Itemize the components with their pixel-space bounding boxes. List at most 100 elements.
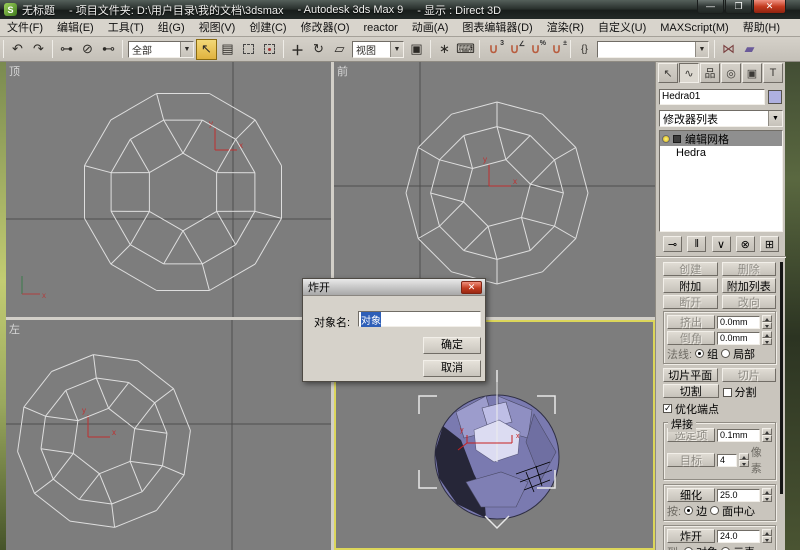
- dropdown-arrow-icon[interactable]: ▼: [768, 111, 782, 126]
- menu-file[interactable]: 文件(F): [0, 19, 50, 37]
- weld-target-button[interactable]: 目标: [667, 453, 715, 467]
- weld-target-value[interactable]: 4: [717, 453, 737, 467]
- use-pivot-point-icon[interactable]: ▣: [406, 39, 427, 60]
- unlink-selection-icon[interactable]: ⊘: [77, 39, 98, 60]
- object-name-input[interactable]: 对象: [358, 311, 481, 327]
- circular-selection-region-icon[interactable]: [259, 39, 280, 60]
- attach-list-button[interactable]: 附加列表: [721, 278, 776, 293]
- viewport-left[interactable]: 左 x y: [6, 320, 331, 550]
- object-name-field[interactable]: [659, 88, 765, 105]
- menu-maxscript[interactable]: MAXScript(M): [653, 19, 735, 37]
- dropdown-arrow-icon[interactable]: ▼: [180, 41, 193, 57]
- menu-help[interactable]: 帮助(H): [736, 19, 787, 37]
- redo-icon[interactable]: ↷: [28, 39, 49, 60]
- tab-display[interactable]: ▣: [742, 63, 762, 83]
- remove-modifier-icon[interactable]: ⊗: [735, 236, 755, 252]
- cut-button[interactable]: 切割: [663, 384, 719, 398]
- slice-button[interactable]: 切片: [721, 368, 776, 382]
- mirror-icon[interactable]: ⋈: [718, 39, 739, 60]
- normal-local-radio[interactable]: [721, 349, 731, 358]
- extrude-value[interactable]: 0.0mm: [717, 315, 760, 329]
- menu-create[interactable]: 创建(C): [242, 19, 293, 37]
- extrude-button[interactable]: 挤出: [667, 315, 715, 329]
- bevel-value[interactable]: 0.0mm: [717, 331, 760, 345]
- bevel-button[interactable]: 倒角: [667, 331, 715, 345]
- spinner-up-icon[interactable]: [762, 529, 772, 536]
- spinner-up-icon[interactable]: [762, 428, 772, 435]
- spinner-up-icon[interactable]: [762, 315, 772, 322]
- spinner-down-icon[interactable]: [762, 536, 772, 543]
- refine-ends-checkbox[interactable]: ✓: [663, 404, 672, 413]
- bind-to-spacewarp-icon[interactable]: ⊷: [98, 39, 119, 60]
- minimize-button[interactable]: —: [697, 0, 724, 14]
- tab-create[interactable]: ↖: [658, 63, 678, 83]
- undo-icon[interactable]: ↶: [7, 39, 28, 60]
- menu-customize[interactable]: 自定义(U): [591, 19, 653, 37]
- turn-button[interactable]: 改向: [721, 295, 776, 309]
- spinner-snap-icon[interactable]: ∪ ±: [546, 39, 567, 60]
- select-and-rotate-icon[interactable]: ↻: [308, 39, 329, 60]
- by-face-center-radio[interactable]: [710, 506, 720, 515]
- select-and-scale-icon[interactable]: ▱: [329, 39, 350, 60]
- stack-item-edit-mesh[interactable]: 编辑网格: [660, 131, 782, 146]
- snap-toggle-3d-icon[interactable]: ∪ 3: [483, 39, 504, 60]
- object-color-swatch[interactable]: [768, 89, 782, 104]
- spinner-down-icon[interactable]: [762, 495, 772, 502]
- spinner-up-icon[interactable]: [762, 331, 772, 338]
- menu-group[interactable]: 组(G): [151, 19, 192, 37]
- modifier-list-dropdown[interactable]: 修改器列表 ▼: [659, 110, 783, 127]
- make-unique-icon[interactable]: ∨: [711, 236, 731, 252]
- layer-manager-icon[interactable]: ▰: [739, 39, 760, 60]
- normal-group-radio[interactable]: [695, 349, 705, 358]
- tab-utilities[interactable]: T: [763, 63, 783, 83]
- menu-animation[interactable]: 动画(A): [405, 19, 456, 37]
- cancel-button[interactable]: 取消: [423, 360, 481, 377]
- menu-edit[interactable]: 编辑(E): [50, 19, 101, 37]
- stack-item-hedra[interactable]: Hedra: [660, 146, 782, 160]
- attach-button[interactable]: 附加: [663, 278, 718, 293]
- show-end-result-icon[interactable]: ‖: [687, 236, 707, 252]
- tab-motion[interactable]: ◎: [721, 63, 741, 83]
- dropdown-arrow-icon[interactable]: ▼: [695, 41, 708, 57]
- by-edge-radio[interactable]: [684, 506, 694, 515]
- tab-modify[interactable]: ∿: [679, 63, 699, 83]
- pin-stack-icon[interactable]: ⊸: [663, 236, 682, 252]
- select-by-name-icon[interactable]: ▤: [217, 39, 238, 60]
- viewport-left-label[interactable]: 左: [9, 321, 20, 337]
- delete-button[interactable]: 删除: [721, 262, 776, 276]
- tessellate-value[interactable]: 25.0: [717, 488, 760, 502]
- spinner-up-icon[interactable]: [762, 488, 772, 495]
- menu-reactor[interactable]: reactor: [357, 19, 405, 37]
- rectangular-selection-region-icon[interactable]: [238, 39, 259, 60]
- menu-modifiers[interactable]: 修改器(O): [294, 19, 357, 37]
- menu-views[interactable]: 视图(V): [192, 19, 243, 37]
- select-object-button[interactable]: ↖: [196, 38, 217, 60]
- percent-snap-icon[interactable]: ∪%: [525, 39, 546, 60]
- tessellate-button[interactable]: 细化: [667, 488, 715, 502]
- weld-selected-value[interactable]: 0.1mm: [717, 428, 760, 442]
- select-and-link-icon[interactable]: ⊶: [56, 39, 77, 60]
- spinner-up-icon[interactable]: [739, 453, 749, 460]
- explode-dialog-titlebar[interactable]: 炸开 ✕: [303, 279, 485, 296]
- ok-button[interactable]: 确定: [423, 337, 481, 354]
- viewport-top-label[interactable]: 顶: [9, 63, 20, 79]
- viewport-front-label[interactable]: 前: [337, 63, 348, 79]
- selection-filter-dropdown[interactable]: 全部 ▼: [128, 40, 194, 58]
- modifier-enabled-bulb-icon[interactable]: [662, 134, 670, 143]
- angle-snap-icon[interactable]: ∪ ∠: [504, 39, 525, 60]
- select-and-manipulate-icon[interactable]: ∗: [434, 39, 455, 60]
- spinner-down-icon[interactable]: [762, 322, 772, 329]
- spinner-down-icon[interactable]: [762, 435, 772, 442]
- close-button[interactable]: ✕: [753, 0, 786, 14]
- split-checkbox[interactable]: [722, 387, 732, 397]
- spinner-down-icon[interactable]: [739, 460, 749, 467]
- menu-tools[interactable]: 工具(T): [101, 19, 151, 37]
- maximize-button[interactable]: ❐: [725, 0, 752, 14]
- rollout-scrollbar[interactable]: [780, 262, 783, 494]
- break-button[interactable]: 断开: [663, 295, 718, 309]
- reference-coordinate-dropdown[interactable]: 视图 ▼: [352, 40, 404, 58]
- viewport-top[interactable]: 顶 x y x: [6, 62, 331, 317]
- dialog-close-icon[interactable]: ✕: [461, 280, 482, 294]
- slice-plane-button[interactable]: 切片平面: [663, 368, 718, 382]
- explode-value[interactable]: 24.0: [717, 529, 760, 543]
